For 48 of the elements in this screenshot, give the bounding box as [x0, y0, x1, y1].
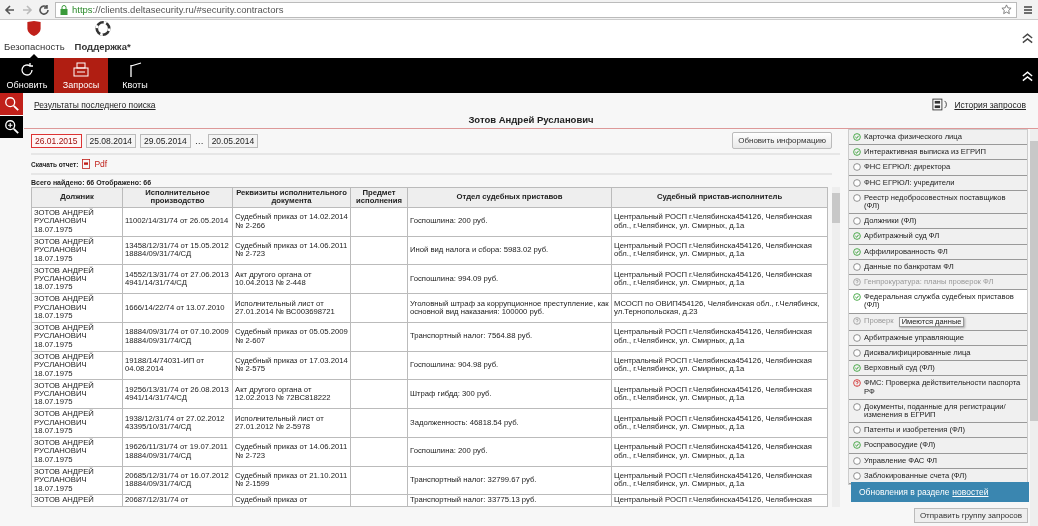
shield-icon	[26, 20, 43, 37]
pdf-link[interactable]: Pdf	[94, 159, 108, 169]
lifebuoy-icon	[94, 20, 111, 37]
send-requests-button[interactable]: Отправить группу запросов	[913, 508, 1029, 523]
barrier-icon	[127, 61, 143, 78]
ellipsis: …	[194, 135, 204, 146]
check-icon	[853, 148, 861, 157]
reload-icon[interactable]	[38, 3, 50, 16]
check-icon	[853, 232, 861, 241]
date-tab[interactable]: 29.05.2014	[140, 133, 191, 148]
refresh-icon	[19, 61, 35, 78]
radio-icon	[853, 426, 861, 435]
zoom-in-button[interactable]	[0, 116, 23, 138]
notification-text: Обновления в разделе	[859, 487, 950, 497]
check-icon	[853, 133, 861, 141]
question-icon	[853, 316, 861, 325]
radio-icon	[853, 217, 861, 226]
section-tab[interactable]: Безопасность	[4, 20, 65, 58]
check-icon	[853, 441, 861, 450]
section-tab[interactable]: Поддержка*	[74, 20, 131, 58]
address-bar[interactable]: https://clients.deltasecurity.ru/#security.contractors	[55, 1, 1017, 18]
question-icon	[853, 278, 861, 287]
scrollbar[interactable]	[1030, 129, 1038, 526]
history-link[interactable]: История запросов	[954, 99, 1026, 110]
back-icon[interactable]	[4, 3, 16, 16]
check-icon	[853, 364, 861, 373]
question-icon	[853, 379, 861, 388]
date-tab[interactable]: 20.05.2014	[207, 133, 259, 148]
toolbar-button[interactable]: Квоты	[108, 58, 162, 93]
menu-icon[interactable]	[1022, 3, 1034, 16]
radio-icon	[853, 262, 861, 271]
printer-icon	[73, 61, 89, 78]
toolbar-button[interactable]: Запросы	[54, 58, 108, 93]
pdf-icon	[82, 159, 91, 169]
last-search-link[interactable]: Результаты последнего поиска	[34, 99, 156, 110]
star-icon[interactable]	[1001, 4, 1012, 15]
news-link[interactable]: новостей	[952, 487, 989, 497]
radio-icon	[853, 402, 861, 411]
check-icon	[853, 247, 861, 256]
search-button[interactable]	[0, 93, 23, 115]
date-tab[interactable]: 26.01.2015	[31, 133, 82, 148]
lock-icon	[60, 4, 68, 15]
collapse-icon[interactable]	[1021, 32, 1034, 44]
check-icon	[853, 293, 861, 302]
refresh-info-button[interactable]: Обновить информацию	[732, 132, 832, 149]
toolbar-button[interactable]: Обновить	[0, 58, 54, 93]
date-tab[interactable]: 25.08.2014	[85, 133, 137, 148]
scrollbar[interactable]	[832, 187, 840, 507]
